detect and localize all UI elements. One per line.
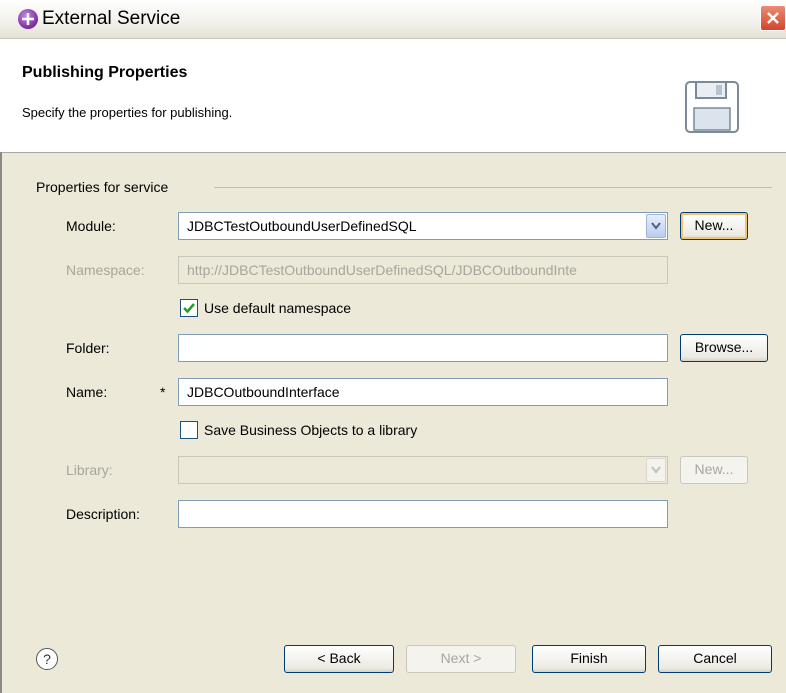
library-label: Library: xyxy=(66,462,113,478)
module-label: Module: xyxy=(66,218,116,234)
name-label: Name: xyxy=(66,384,108,400)
required-marker: * xyxy=(160,384,166,400)
module-new-button[interactable]: New... xyxy=(680,212,748,240)
use-default-namespace-label: Use default namespace xyxy=(204,300,352,316)
back-button[interactable]: < Back xyxy=(284,645,394,673)
folder-field[interactable] xyxy=(178,334,668,362)
browse-button[interactable]: Browse... xyxy=(680,334,768,362)
app-icon xyxy=(18,9,38,29)
namespace-field[interactable]: http://JDBCTestOutboundUserDefinedSQL/JD… xyxy=(178,256,668,284)
folder-label: Folder: xyxy=(66,340,110,356)
save-business-objects-label: Save Business Objects to a library xyxy=(204,422,418,438)
namespace-label: Namespace: xyxy=(66,262,145,278)
header-banner: Publishing Properties Specify the proper… xyxy=(0,39,786,153)
module-value: JDBCTestOutboundUserDefinedSQL xyxy=(187,218,417,234)
checkmark-icon xyxy=(183,303,195,314)
name-field[interactable]: JDBCOutboundInterface xyxy=(178,378,668,406)
page-title: Publishing Properties xyxy=(22,64,188,81)
library-combobox[interactable] xyxy=(178,456,668,484)
group-label: Properties for service xyxy=(36,179,173,195)
description-label: Description: xyxy=(66,506,140,522)
title-bar: External Service xyxy=(0,0,786,39)
library-dropdown-button[interactable] xyxy=(646,458,666,482)
external-service-dialog: External Service Publishing Properties S… xyxy=(0,0,786,693)
chevron-down-icon xyxy=(651,222,661,230)
save-business-objects-checkbox[interactable] xyxy=(180,421,198,439)
module-combobox[interactable]: JDBCTestOutboundUserDefinedSQL xyxy=(178,212,668,240)
library-new-button[interactable]: New... xyxy=(680,456,748,484)
finish-button[interactable]: Finish xyxy=(532,645,646,673)
window-edge xyxy=(0,152,2,693)
chevron-down-icon xyxy=(651,466,661,474)
next-button[interactable]: Next > xyxy=(406,645,516,673)
description-field[interactable] xyxy=(178,500,668,528)
page-description: Specify the properties for publishing. xyxy=(22,105,233,120)
close-icon[interactable] xyxy=(760,5,786,31)
use-default-namespace-checkbox[interactable] xyxy=(180,299,198,317)
window-title: External Service xyxy=(42,8,181,29)
group-separator xyxy=(214,187,772,188)
floppy-disk-icon xyxy=(685,81,739,133)
module-dropdown-button[interactable] xyxy=(646,214,666,238)
cancel-button[interactable]: Cancel xyxy=(658,645,772,673)
help-icon[interactable]: ? xyxy=(36,648,58,670)
